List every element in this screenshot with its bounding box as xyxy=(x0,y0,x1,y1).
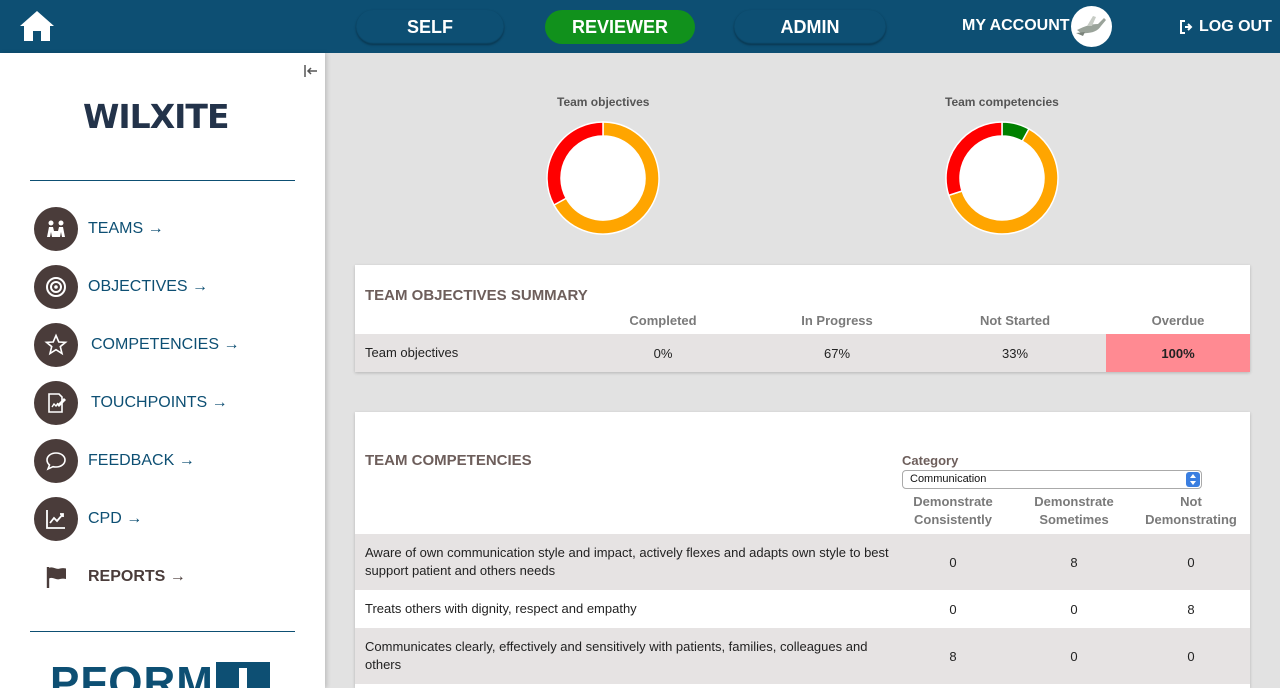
sidebar-item-label: TEAMS → xyxy=(88,220,164,237)
consistently-cell: 8 xyxy=(949,648,957,664)
category-select[interactable]: Communication xyxy=(902,470,1202,489)
trend-chart-icon xyxy=(34,497,78,541)
logout-button[interactable]: LOG OUT xyxy=(1180,18,1272,36)
card-title: TEAM OBJECTIVES SUMMARY xyxy=(365,287,588,304)
competency-text: Aware of own communication style and imp… xyxy=(365,545,889,578)
consistently-cell: 0 xyxy=(949,554,957,570)
sidebar-item-label: COMPETENCIES → xyxy=(91,336,240,353)
collapse-sidebar-icon[interactable] xyxy=(303,64,319,78)
sidebar-item-label: OBJECTIVES → xyxy=(88,278,209,295)
team-objectives-donut xyxy=(546,121,660,235)
my-account-link[interactable]: MY ACCOUNT xyxy=(962,17,1070,35)
wilxite-logo: WILXITE xyxy=(83,97,229,136)
column-header: Not Demonstrating xyxy=(1145,494,1237,527)
in-progress-cell: 67% xyxy=(823,345,851,361)
table-row: Treats others with dignity, respect and … xyxy=(355,590,1250,628)
teams-icon xyxy=(34,207,78,251)
competency-text: Treats others with dignity, respect and … xyxy=(365,601,637,616)
sidebar-item-teams[interactable]: TEAMS → xyxy=(34,207,164,251)
home-icon[interactable] xyxy=(18,9,56,43)
not-demonstrating-cell: 0 xyxy=(1187,648,1195,664)
donut-hole xyxy=(960,136,1044,220)
table-row: Team objectives 0% 67% 33% 100% xyxy=(355,334,1250,372)
sidebar-item-touchpoints[interactable]: TOUCHPOINTS → xyxy=(34,381,228,425)
flag-icon xyxy=(34,555,78,599)
sidebar-item-feedback[interactable]: FEEDBACK → xyxy=(34,439,195,483)
speech-bubble-icon xyxy=(34,439,78,483)
not-demonstrating-cell: 0 xyxy=(1187,554,1195,570)
logout-label: LOG OUT xyxy=(1199,18,1272,35)
table-row: Aware of own communication style and imp… xyxy=(355,534,1250,590)
card-title: TEAM COMPETENCIES xyxy=(365,452,532,469)
top-bar: SELF REVIEWER ADMIN MY ACCOUNT LOG OUT xyxy=(0,0,1280,53)
sidebar-item-label: TOUCHPOINTS → xyxy=(91,394,228,411)
category-select-value: Communication xyxy=(910,473,987,485)
objectives-summary-card: TEAM OBJECTIVES SUMMARY Completed In Pro… xyxy=(355,265,1250,372)
table-row: Communicates clearly, effectively and se… xyxy=(355,628,1250,684)
sidebar-item-label: REPORTS → xyxy=(88,568,186,585)
tab-reviewer[interactable]: REVIEWER xyxy=(545,10,695,44)
chart-title-objectives: Team objectives xyxy=(557,95,650,109)
column-header: Not Started xyxy=(979,313,1051,328)
not-started-cell: 33% xyxy=(1001,345,1029,361)
column-header: Demonstrate Sometimes xyxy=(1034,494,1114,527)
sometimes-cell: 0 xyxy=(1070,648,1078,664)
column-header: Overdue xyxy=(1151,313,1205,328)
consistently-cell: 0 xyxy=(949,601,957,617)
not-demonstrating-cell: 8 xyxy=(1187,601,1195,617)
completed-cell: 0% xyxy=(653,345,673,361)
team-competencies-card: TEAM COMPETENCIES Category Communication… xyxy=(355,412,1250,688)
logout-icon xyxy=(1180,20,1193,34)
competency-text: Communicates clearly, effectively and se… xyxy=(365,639,868,672)
select-arrows-icon xyxy=(1186,472,1200,487)
tab-self[interactable]: SELF xyxy=(356,10,504,44)
document-edit-icon xyxy=(34,381,78,425)
category-label: Category xyxy=(902,453,959,468)
column-header: Demonstrate Consistently xyxy=(913,494,993,527)
target-icon xyxy=(34,265,78,309)
avatar[interactable] xyxy=(1071,6,1112,47)
tab-admin[interactable]: ADMIN xyxy=(734,10,886,44)
chart-title-competencies: Team competencies xyxy=(945,95,1059,109)
sometimes-cell: 0 xyxy=(1070,601,1078,617)
divider xyxy=(30,631,295,632)
team-competencies-donut xyxy=(945,121,1059,235)
sidebar-item-reports[interactable]: REPORTS → xyxy=(34,555,186,599)
sidebar: WILXITE TEAMS → OBJECTIVES → COMPETENCIE… xyxy=(0,53,325,688)
sidebar-item-objectives[interactable]: OBJECTIVES → xyxy=(34,265,208,309)
sidebar-item-competencies[interactable]: COMPETENCIES → xyxy=(34,323,239,367)
sidebar-item-label: FEEDBACK → xyxy=(88,452,195,469)
divider xyxy=(30,180,295,181)
sidebar-item-cpd[interactable]: CPD → xyxy=(34,497,142,541)
donut-hole xyxy=(561,136,645,220)
column-header: In Progress xyxy=(801,313,873,328)
sidebar-item-label: CPD → xyxy=(88,510,143,527)
star-icon xyxy=(34,323,78,367)
plus-logo-icon xyxy=(216,662,270,688)
overdue-cell: 100% xyxy=(1106,334,1250,372)
column-header: Completed xyxy=(629,313,697,328)
sometimes-cell: 8 xyxy=(1070,554,1078,570)
pform-logo: PFORM xyxy=(50,658,214,688)
